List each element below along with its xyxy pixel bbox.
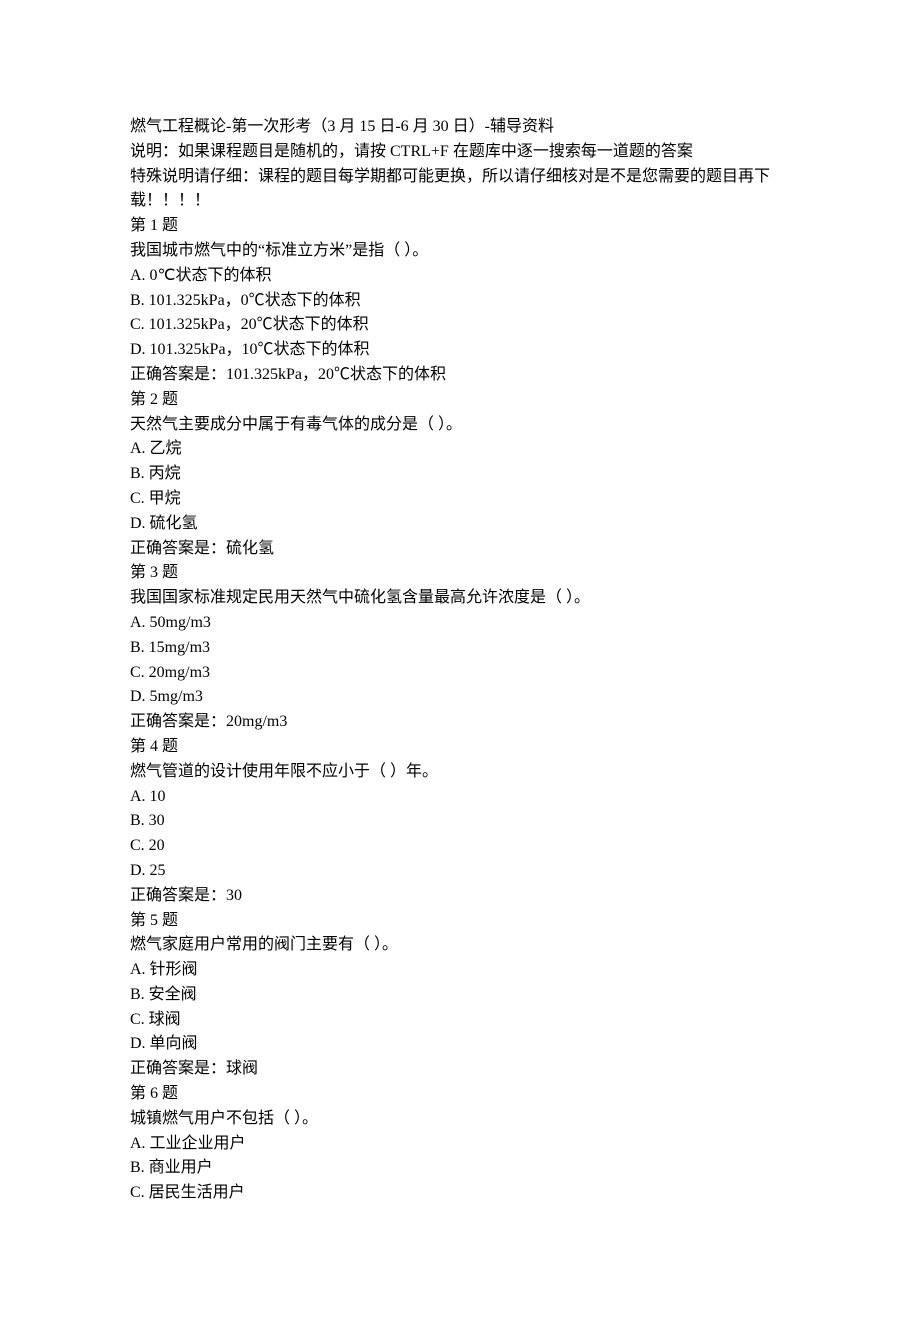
question-block: 第 6 题 城镇燃气用户不包括（ ）。 A. 工业企业用户 B. 商业用户 C.…	[130, 1082, 790, 1206]
question-option: A. 针形阀	[130, 958, 790, 983]
question-option: D. 25	[130, 859, 790, 884]
question-heading: 第 3 题	[130, 561, 790, 586]
question-answer: 正确答案是：20mg/m3	[130, 710, 790, 735]
question-option: A. 50mg/m3	[130, 611, 790, 636]
question-answer: 正确答案是：30	[130, 884, 790, 909]
question-option: D. 硫化氢	[130, 512, 790, 537]
question-option: A. 10	[130, 785, 790, 810]
question-option: C. 20	[130, 834, 790, 859]
question-option: A. 0℃状态下的体积	[130, 264, 790, 289]
question-heading: 第 1 题	[130, 214, 790, 239]
question-heading: 第 6 题	[130, 1082, 790, 1107]
question-option: B. 商业用户	[130, 1156, 790, 1181]
document-title: 燃气工程概论-第一次形考（3 月 15 日-6 月 30 日）-辅导资料	[130, 115, 790, 140]
question-option: B. 30	[130, 809, 790, 834]
question-heading: 第 2 题	[130, 388, 790, 413]
question-answer: 正确答案是：硫化氢	[130, 537, 790, 562]
question-option: D. 101.325kPa，10℃状态下的体积	[130, 338, 790, 363]
question-block: 第 4 题 燃气管道的设计使用年限不应小于（ ）年。 A. 10 B. 30 C…	[130, 735, 790, 909]
document-note-2: 特殊说明请仔细：课程的题目每学期都可能更换，所以请仔细核对是不是您需要的题目再下…	[130, 165, 790, 215]
question-stem: 我国国家标准规定民用天然气中硫化氢含量最高允许浓度是（ ）。	[130, 586, 790, 611]
question-option: B. 15mg/m3	[130, 636, 790, 661]
question-block: 第 1 题 我国城市燃气中的“标准立方米”是指（ ）。 A. 0℃状态下的体积 …	[130, 214, 790, 388]
question-stem: 天然气主要成分中属于有毒气体的成分是（ ）。	[130, 413, 790, 438]
question-option: B. 丙烷	[130, 462, 790, 487]
question-option: D. 5mg/m3	[130, 685, 790, 710]
question-option: C. 居民生活用户	[130, 1181, 790, 1206]
question-option: C. 101.325kPa，20℃状态下的体积	[130, 313, 790, 338]
question-option: A. 工业企业用户	[130, 1132, 790, 1157]
question-block: 第 3 题 我国国家标准规定民用天然气中硫化氢含量最高允许浓度是（ ）。 A. …	[130, 561, 790, 735]
question-option: C. 甲烷	[130, 487, 790, 512]
question-stem: 燃气管道的设计使用年限不应小于（ ）年。	[130, 760, 790, 785]
question-option: C. 20mg/m3	[130, 661, 790, 686]
question-option: B. 安全阀	[130, 983, 790, 1008]
question-heading: 第 5 题	[130, 909, 790, 934]
question-block: 第 2 题 天然气主要成分中属于有毒气体的成分是（ ）。 A. 乙烷 B. 丙烷…	[130, 388, 790, 562]
question-block: 第 5 题 燃气家庭用户常用的阀门主要有（ ）。 A. 针形阀 B. 安全阀 C…	[130, 909, 790, 1083]
question-option: B. 101.325kPa，0℃状态下的体积	[130, 289, 790, 314]
question-stem: 我国城市燃气中的“标准立方米”是指（ ）。	[130, 239, 790, 264]
question-heading: 第 4 题	[130, 735, 790, 760]
question-option: A. 乙烷	[130, 437, 790, 462]
question-option: C. 球阀	[130, 1008, 790, 1033]
question-option: D. 单向阀	[130, 1032, 790, 1057]
question-answer: 正确答案是：101.325kPa，20℃状态下的体积	[130, 363, 790, 388]
question-stem: 城镇燃气用户不包括（ ）。	[130, 1107, 790, 1132]
question-stem: 燃气家庭用户常用的阀门主要有（ ）。	[130, 933, 790, 958]
question-answer: 正确答案是：球阀	[130, 1057, 790, 1082]
document-note-1: 说明：如果课程题目是随机的，请按 CTRL+F 在题库中逐一搜索每一道题的答案	[130, 140, 790, 165]
